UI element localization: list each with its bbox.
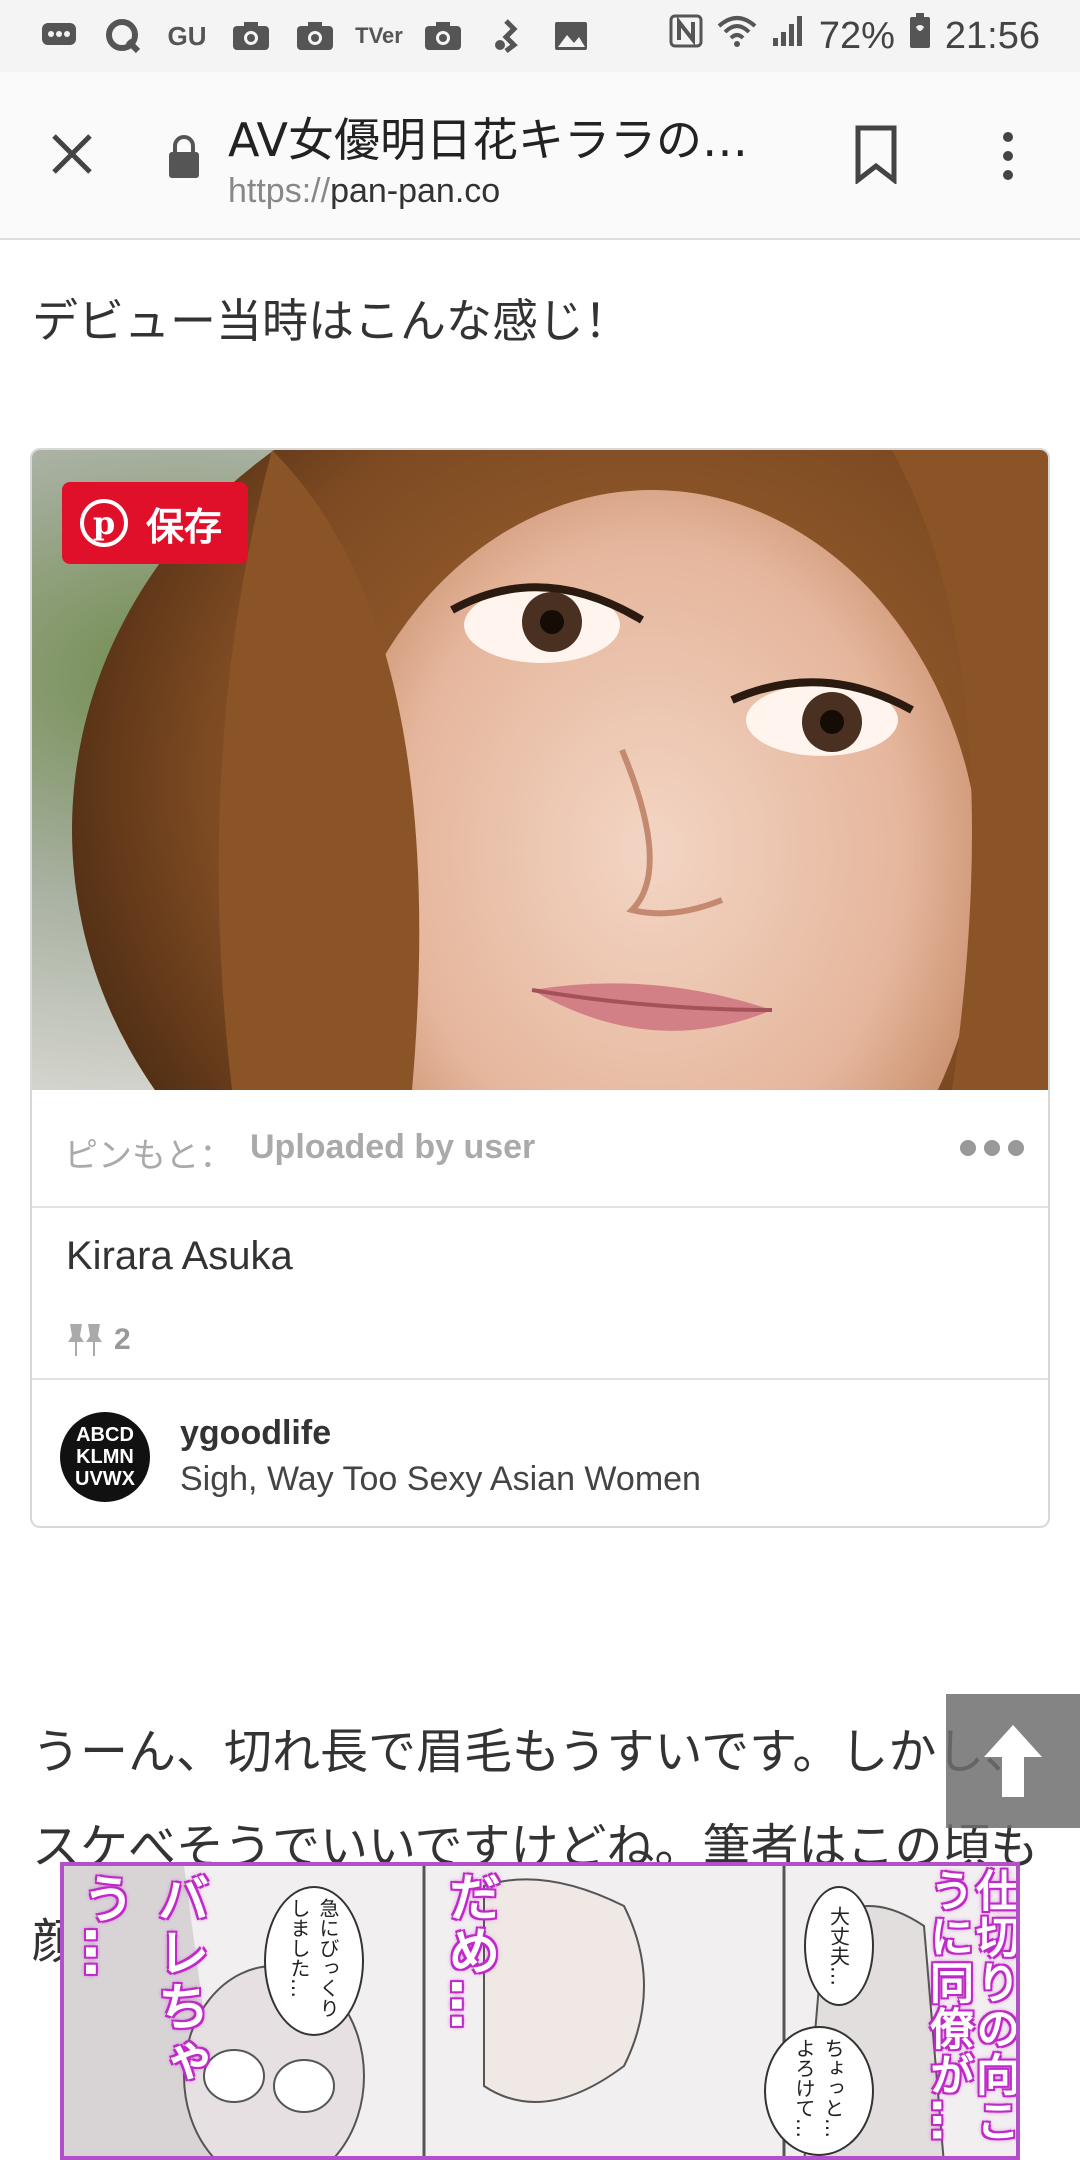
tver-icon: TVer — [355, 23, 403, 48]
bookmark-icon — [855, 125, 897, 186]
save-label: 保存 — [146, 504, 223, 549]
page-url[interactable]: https://pan-pan.co — [228, 172, 500, 211]
scroll-to-top-button[interactable] — [946, 1694, 1080, 1828]
pinterest-embed: p 保存 ピンもと： Uploaded by user Kirara Asuka… — [30, 448, 1050, 1528]
speech-bubble: 大丈夫… — [804, 1886, 874, 2006]
avatar[interactable]: ABCD KLMN UVWX — [60, 1412, 150, 1502]
pin-source-row: ピンもと： Uploaded by user — [32, 1090, 1048, 1208]
menu-dot-icon — [1003, 170, 1013, 180]
pin-title: Kirara Asuka — [66, 1234, 293, 1278]
close-icon — [52, 134, 92, 174]
avatar-line: UVWX — [75, 1468, 135, 1490]
avatar-line: ABCD — [76, 1424, 134, 1446]
music-icon — [488, 17, 526, 55]
ad-text: 仕切りの向こうに同僚が… — [922, 1868, 1019, 2144]
repin-count: 2 — [64, 1322, 131, 1358]
bookmark-button[interactable] — [852, 124, 912, 188]
overflow-menu-button[interactable] — [988, 124, 1028, 188]
clock: 21:56 — [944, 14, 1040, 57]
article-paragraph: デビュー当時はこんな感じ！ — [32, 294, 630, 348]
gallery-icon — [552, 17, 590, 55]
pinterest-logo-icon: p — [80, 499, 128, 547]
board-row[interactable]: ABCD KLMN UVWX ygoodlife Sigh, Way Too S… — [32, 1378, 1048, 1526]
gu-icon: GU — [167, 20, 207, 51]
menu-dot-icon — [1003, 151, 1013, 161]
page-title: AV女優明日花キララの… — [228, 113, 748, 167]
status-bar: GU TVer 72% 21:56 — [0, 0, 1080, 72]
camera-icon — [232, 17, 270, 55]
board-name[interactable]: Sigh, Way Too Sexy Asian Women — [180, 1460, 701, 1499]
camera-icon — [296, 17, 334, 55]
system-status: 72% 21:56 — [669, 13, 1040, 59]
url-host: pan-pan.co — [330, 172, 501, 210]
source-value[interactable]: Uploaded by user — [250, 1128, 535, 1167]
repin-number: 2 — [114, 1323, 131, 1356]
battery-icon — [909, 13, 931, 59]
url-scheme: https:// — [228, 172, 331, 210]
ad-text: だめ… — [439, 1870, 499, 2032]
battery-percent: 72% — [818, 14, 895, 57]
board-user[interactable]: ygoodlife — [180, 1414, 331, 1453]
source-label: ピンもと： — [64, 1136, 234, 1176]
arrow-up-icon — [984, 1725, 1042, 1797]
camera-icon — [424, 17, 462, 55]
custom-tab-toolbar: AV女優明日花キララの… https://pan-pan.co — [0, 72, 1080, 240]
more-dot-icon — [960, 1140, 976, 1156]
signal-icon — [771, 14, 805, 58]
more-dot-icon — [1008, 1140, 1024, 1156]
chat-icon — [40, 17, 78, 55]
pinterest-save-button[interactable]: p 保存 — [62, 482, 248, 564]
lock-icon[interactable] — [166, 134, 202, 180]
wifi-icon — [717, 14, 757, 58]
pushpin-icon — [68, 1324, 102, 1356]
notification-icons: GU TVer — [40, 17, 669, 55]
more-dot-icon — [984, 1140, 1000, 1156]
pin-photo[interactable]: p 保存 — [32, 450, 1048, 1310]
speech-bubble: 急にびっくりしました… — [264, 1886, 364, 2036]
q-icon — [104, 17, 142, 55]
ad-text: バレちゃう… — [73, 1872, 208, 2088]
menu-dot-icon — [1003, 132, 1013, 142]
avatar-line: KLMN — [76, 1446, 134, 1468]
nfc-icon — [669, 14, 703, 58]
manga-ad-banner[interactable]: バレちゃう… だめ… 仕切りの向こうに同僚が… 急にびっくりしました… 大丈夫…… — [60, 1862, 1020, 2160]
speech-bubble: ちょっと…よろけて… — [764, 2026, 874, 2156]
close-button[interactable] — [40, 122, 104, 186]
more-options-button[interactable] — [960, 1140, 1024, 1156]
